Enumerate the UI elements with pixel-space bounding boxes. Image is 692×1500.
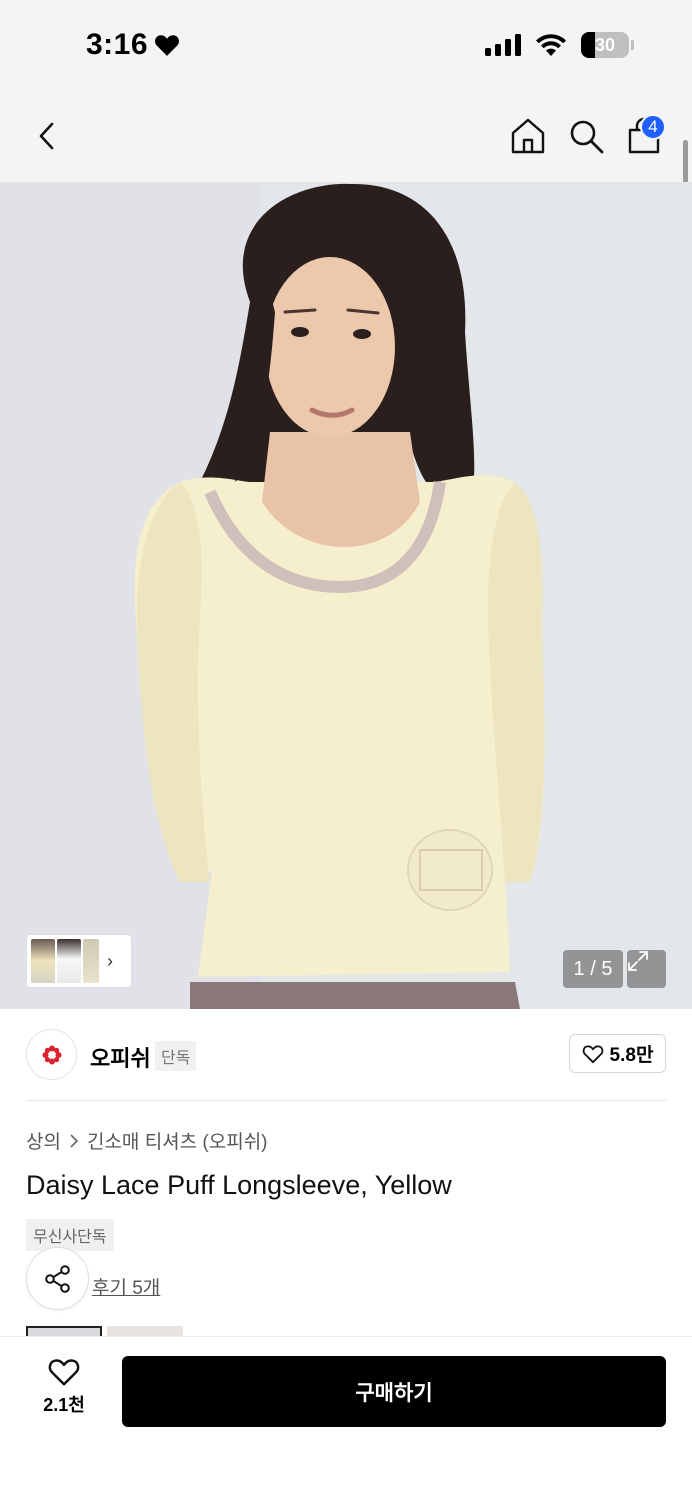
chevron-right-icon[interactable]: › <box>107 951 113 972</box>
heart-icon <box>155 35 180 56</box>
wifi-icon <box>536 34 566 56</box>
home-icon[interactable] <box>508 116 548 156</box>
brand-logo[interactable] <box>26 1029 77 1080</box>
review-link[interactable]: 후기 5개 <box>92 1273 160 1300</box>
heart-outline-icon <box>582 1044 603 1063</box>
wishlist-button[interactable]: 2.1천 <box>34 1357 94 1417</box>
cart-count-badge: 4 <box>640 114 666 140</box>
status-bar: 3:16 30 <box>0 0 692 96</box>
bottom-purchase-bar: 2.1천 구매하기 <box>0 1336 692 1500</box>
color-option-1[interactable] <box>26 1326 102 1336</box>
share-button[interactable] <box>26 1247 89 1310</box>
product-photo <box>0 182 692 1009</box>
musinsa-exclusive-tag: 무신사단독 <box>26 1219 114 1251</box>
status-time-text: 3:16 <box>86 28 149 61</box>
product-title: Daisy Lace Puff Longsleeve, Yellow <box>26 1170 452 1200</box>
brand-name[interactable]: 오피쉬 <box>90 1041 151 1073</box>
status-time: 3:16 <box>86 28 180 62</box>
chevron-right-icon <box>70 1133 79 1148</box>
brand-row: 오피쉬 단독 5.8만 <box>0 1009 692 1101</box>
color-option-2[interactable] <box>107 1326 183 1336</box>
wishlist-count: 2.1천 <box>43 1395 85 1415</box>
buy-button[interactable]: 구매하기 <box>122 1356 666 1427</box>
search-icon[interactable] <box>566 116 606 156</box>
breadcrumb-category[interactable]: 상의 <box>26 1127 61 1154</box>
battery-level: 30 <box>594 34 616 55</box>
battery-tip <box>631 40 634 50</box>
share-icon <box>44 1264 70 1293</box>
breadcrumb-subcategory[interactable]: 긴소매 티셔츠 (오피쉬) <box>87 1127 268 1154</box>
expand-icon[interactable] <box>627 950 666 988</box>
cellular-signal-icon <box>485 34 521 56</box>
thumbnail-strip[interactable]: › <box>26 934 132 988</box>
battery-icon: 30 <box>581 32 629 58</box>
back-icon[interactable] <box>30 118 66 154</box>
status-indicators: 30 <box>485 32 634 58</box>
product-image-gallery[interactable]: › 1 / 5 <box>0 182 692 1009</box>
nav-bar: 4 <box>0 96 692 182</box>
thumbnail-3[interactable] <box>83 939 99 983</box>
heart-outline-icon <box>48 1359 80 1386</box>
image-counter: 1 / 5 <box>563 950 623 988</box>
brand-exclusive-tag: 단독 <box>155 1041 197 1071</box>
thumbnail-1[interactable] <box>31 939 55 983</box>
thumbnail-2[interactable] <box>57 939 81 983</box>
brand-like-button[interactable]: 5.8만 <box>569 1034 666 1073</box>
brand-like-count: 5.8만 <box>609 1045 654 1066</box>
flower-icon <box>42 1045 61 1064</box>
divider <box>26 1100 666 1101</box>
battery-fill <box>581 32 596 58</box>
breadcrumb: 상의 긴소매 티셔츠 (오피쉬) <box>26 1127 268 1154</box>
